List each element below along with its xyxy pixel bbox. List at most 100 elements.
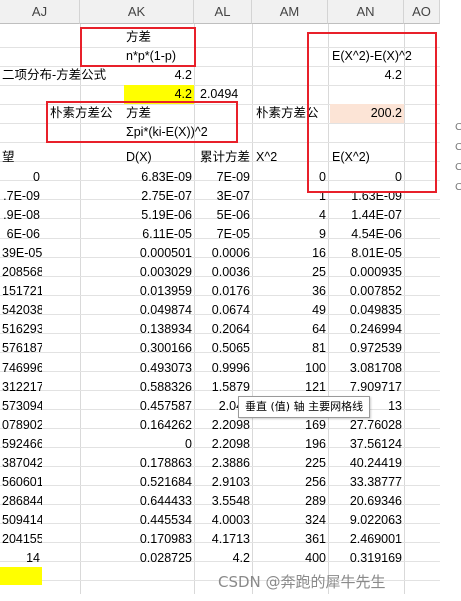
cell-al-row-1[interactable]: 3E-07 (194, 187, 252, 206)
cell-aj-row-19[interactable]: 204155 (0, 530, 42, 549)
cell-ak-row-5[interactable]: 0.003029 (124, 263, 194, 282)
cell-aj-row-5[interactable]: 208568 (0, 263, 42, 282)
cell-an-row-2[interactable]: 1.44E-07 (330, 206, 404, 225)
cell-an-row-17[interactable]: 20.69346 (330, 492, 404, 511)
cell-am-row-19[interactable]: 361 (252, 530, 328, 549)
cell-al-row-7[interactable]: 0.0674 (194, 301, 252, 320)
cell-an-naive-value[interactable]: 200.2 (330, 104, 404, 123)
cell-am-row-2[interactable]: 4 (252, 206, 328, 225)
cell-ak-row-2[interactable]: 5.19E-06 (124, 206, 194, 225)
cell-am-row-0[interactable]: 0 (252, 168, 328, 187)
cell-an-row-11[interactable]: 7.909717 (330, 378, 404, 397)
cell-al-row-8[interactable]: 0.2064 (194, 320, 252, 339)
cell-ak-row-20[interactable]: 0.028725 (124, 549, 194, 568)
cell-aj-row-12[interactable]: 573094 (0, 397, 42, 416)
cell-an-formula-value[interactable]: 4.2 (330, 66, 404, 85)
cell-al-row-9[interactable]: 0.5065 (194, 339, 252, 358)
cell-al-row-19[interactable]: 4.1713 (194, 530, 252, 549)
cell-ak-formula[interactable]: n*p*(1-p) (124, 47, 204, 66)
cell-ak-row-9[interactable]: 0.300166 (124, 339, 194, 358)
column-header-ak[interactable]: AK (80, 0, 194, 24)
cell-an-row-9[interactable]: 0.972539 (330, 339, 404, 358)
cell-aj-row-3[interactable]: 6E-06 (0, 225, 42, 244)
cell-an-row-4[interactable]: 8.01E-05 (330, 244, 404, 263)
cell-al-row-3[interactable]: 7E-05 (194, 225, 252, 244)
cell-am-row-13[interactable]: 169 (252, 416, 328, 435)
column-header-ao[interactable]: AO (404, 0, 440, 24)
cell-an-row-15[interactable]: 40.24419 (330, 454, 404, 473)
cell-al-row-20[interactable]: 4.2 (194, 549, 252, 568)
cell-an-row-0[interactable]: 0 (330, 168, 404, 187)
cell-ak-naive-title[interactable]: 方差 (124, 104, 194, 123)
cell-al-row-2[interactable]: 5E-06 (194, 206, 252, 225)
cell-al-row-16[interactable]: 2.9103 (194, 473, 252, 492)
cell-am-row-10[interactable]: 100 (252, 359, 328, 378)
cell-ak-naive-formula[interactable]: Σpi*(ki-E(X))^2 (124, 123, 234, 142)
cell-ak-val2[interactable]: 4.2 (124, 85, 194, 104)
column-header-al[interactable]: AL (194, 0, 252, 24)
cell-aj-row-0[interactable]: 0 (0, 168, 42, 187)
cell-aj-row-13[interactable]: 078902 (0, 416, 42, 435)
cell-aj-row-15[interactable]: 387042 (0, 454, 42, 473)
cell-ak-row-15[interactable]: 0.178863 (124, 454, 194, 473)
cell-am-row-4[interactable]: 16 (252, 244, 328, 263)
cell-ak-row-4[interactable]: 0.000501 (124, 244, 194, 263)
cell-am-row-14[interactable]: 196 (252, 435, 328, 454)
cell-aj-row-6[interactable]: 151721 (0, 282, 42, 301)
cell-al-row-10[interactable]: 0.9996 (194, 359, 252, 378)
cell-al-row-11[interactable]: 1.5879 (194, 378, 252, 397)
cell-aj-row-11[interactable]: 312217 (0, 378, 42, 397)
cell-al-row-4[interactable]: 0.0006 (194, 244, 252, 263)
cell-an-row-5[interactable]: 0.000935 (330, 263, 404, 282)
cell-al-row-0[interactable]: 7E-09 (194, 168, 252, 187)
cell-aj-row-9[interactable]: 576187 (0, 339, 42, 358)
cell-am-row-8[interactable]: 64 (252, 320, 328, 339)
cell-an-row-20[interactable]: 0.319169 (330, 549, 404, 568)
cell-aj-row-4[interactable]: 39E-05 (0, 244, 42, 263)
cell-al-row-6[interactable]: 0.0176 (194, 282, 252, 301)
cell-ak-row-18[interactable]: 0.445534 (124, 511, 194, 530)
cell-al-row-15[interactable]: 2.3886 (194, 454, 252, 473)
cell-an-row-16[interactable]: 33.38777 (330, 473, 404, 492)
cell-an-row-10[interactable]: 3.081708 (330, 359, 404, 378)
column-header-aj[interactable]: AJ (0, 0, 80, 24)
cell-al-row-14[interactable]: 2.2098 (194, 435, 252, 454)
cell-aj-binom-label[interactable]: 二项分布-方差公式 (0, 66, 124, 85)
cell-an-row-19[interactable]: 2.469001 (330, 530, 404, 549)
cell-an-formula[interactable]: E(X^2)-E(X)^2 (330, 47, 430, 66)
cell-an-row-8[interactable]: 0.246994 (330, 320, 404, 339)
cell-am-row-15[interactable]: 225 (252, 454, 328, 473)
cell-aj-row-2[interactable]: .9E-08 (0, 206, 42, 225)
cell-ak-row-13[interactable]: 0.164262 (124, 416, 194, 435)
cell-al-header[interactable]: 累计方差 (198, 148, 256, 167)
cell-al-row-5[interactable]: 0.0036 (194, 263, 252, 282)
cell-aj-bottom-highlight[interactable] (0, 567, 42, 585)
cell-al-val2[interactable]: 2.0494 (198, 85, 252, 104)
cell-aj-row-1[interactable]: .7E-09 (0, 187, 42, 206)
cell-ak-row-14[interactable]: 0 (124, 435, 194, 454)
cell-am-row-20[interactable]: 400 (252, 549, 328, 568)
cell-aj-header[interactable]: 望 (0, 148, 80, 167)
cell-am-row-3[interactable]: 9 (252, 225, 328, 244)
cell-aj-row-14[interactable]: 592466 (0, 435, 42, 454)
cell-an-row-1[interactable]: 1.63E-09 (330, 187, 404, 206)
cell-an-row-14[interactable]: 37.56124 (330, 435, 404, 454)
cell-ak-row-16[interactable]: 0.521684 (124, 473, 194, 492)
cell-am-row-6[interactable]: 36 (252, 282, 328, 301)
cell-aj-row-20[interactable]: 14 (0, 549, 42, 568)
cell-ak-row-11[interactable]: 0.588326 (124, 378, 194, 397)
cell-ak-row-12[interactable]: 0.457587 (124, 397, 194, 416)
cell-al-row-18[interactable]: 4.0003 (194, 511, 252, 530)
cell-an-row-13[interactable]: 27.76028 (330, 416, 404, 435)
cell-am-row-7[interactable]: 49 (252, 301, 328, 320)
cell-am-row-11[interactable]: 121 (252, 378, 328, 397)
cell-aj-row-7[interactable]: 542038 (0, 301, 42, 320)
cell-al-row-17[interactable]: 3.5548 (194, 492, 252, 511)
cell-an-row-6[interactable]: 0.007852 (330, 282, 404, 301)
cell-ak-row-19[interactable]: 0.170983 (124, 530, 194, 549)
cell-aj-row-8[interactable]: 516293 (0, 320, 42, 339)
cell-am-row-16[interactable]: 256 (252, 473, 328, 492)
cell-ak-row-17[interactable]: 0.644433 (124, 492, 194, 511)
cell-ak-row-6[interactable]: 0.013959 (124, 282, 194, 301)
cell-am-row-1[interactable]: 1 (252, 187, 328, 206)
